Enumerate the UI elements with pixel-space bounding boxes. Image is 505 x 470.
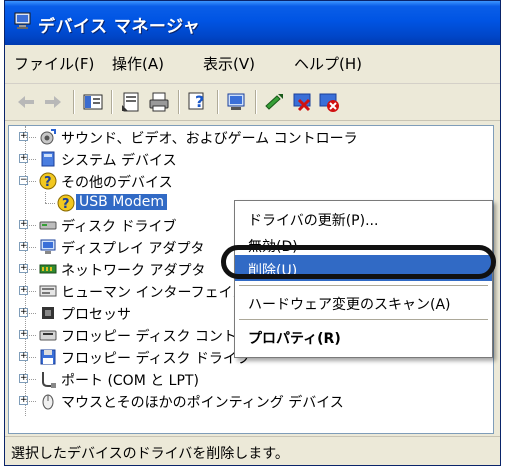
warning-device-icon: ? <box>57 194 75 212</box>
scan-hardware-icon[interactable] <box>225 90 249 114</box>
sound-icon <box>40 129 56 145</box>
menu-help[interactable]: ヘルプ(H) <box>294 53 362 74</box>
menu-properties[interactable]: プロパティ(R) <box>235 323 492 349</box>
properties-icon[interactable] <box>119 90 143 114</box>
selected-device-label: USB Modem <box>76 194 167 210</box>
tree-item-system-devices[interactable]: + システム デバイス <box>9 148 493 170</box>
window-title: デバイス マネージャ <box>38 17 201 37</box>
toolbar-separator <box>217 90 218 114</box>
svg-text:?: ? <box>62 197 70 212</box>
unknown-device-icon: ? <box>39 172 57 190</box>
disable-device-icon[interactable] <box>291 90 315 114</box>
floppy-controller-icon <box>39 330 57 341</box>
hid-icon <box>39 285 57 297</box>
title-bar[interactable]: デバイス マネージャ <box>5 1 500 45</box>
toolbar-separator <box>178 90 179 114</box>
network-adapter-icon <box>39 264 57 274</box>
toolbar-separator <box>73 90 74 114</box>
menu-separator <box>239 319 488 320</box>
menu-uninstall[interactable]: 削除(U) <box>235 255 492 281</box>
menu-scan-hardware[interactable]: ハードウェア変更のスキャン(A) <box>235 289 492 315</box>
back-arrow-icon[interactable] <box>14 90 38 114</box>
menu-bar: ファイル(F) 操作(A) 表示(V) ヘルプ(H) <box>5 45 500 84</box>
svg-text:?: ? <box>44 175 52 190</box>
menu-action[interactable]: 操作(A) <box>112 53 164 74</box>
status-bar: 選択したデバイスのドライバを削除します。 <box>5 436 500 465</box>
toolbar: ? <box>5 84 500 121</box>
disk-drive-icon <box>39 221 57 230</box>
system-device-icon <box>41 151 55 167</box>
menu-disable[interactable]: 無効(D) <box>235 231 492 257</box>
processor-icon <box>42 307 54 319</box>
help-icon[interactable]: ? <box>186 90 210 114</box>
menu-view[interactable]: 表示(V) <box>203 53 255 74</box>
show-hide-tree-icon[interactable] <box>81 90 105 114</box>
toolbar-separator <box>111 90 112 114</box>
menu-separator <box>239 285 488 286</box>
tree-item-other-devices[interactable]: − ? その他のデバイス <box>9 170 493 192</box>
display-adapter-icon <box>40 239 56 254</box>
forward-arrow-icon[interactable] <box>41 90 65 114</box>
print-icon[interactable] <box>147 90 171 114</box>
update-driver-icon[interactable] <box>263 90 287 114</box>
status-text: 選択したデバイスのドライバを削除します。 <box>11 446 289 462</box>
device-manager-icon <box>14 12 31 29</box>
tree-item-mice[interactable]: + マウスとそのほかのポインティング デバイス <box>9 390 493 412</box>
port-icon <box>42 372 56 388</box>
menu-update-driver[interactable]: ドライバの更新(P)... <box>235 205 492 231</box>
tree-item-sound[interactable]: + サウンド、ビデオ、およびゲーム コントローラ <box>9 126 493 148</box>
uninstall-device-icon[interactable] <box>317 90 341 114</box>
context-menu: ドライバの更新(P)... 無効(D) 削除(U) ハードウェア変更のスキャン(… <box>234 200 493 358</box>
menu-file[interactable]: ファイル(F) <box>14 53 94 74</box>
toolbar-separator <box>255 90 256 114</box>
svg-text:?: ? <box>195 92 204 111</box>
mouse-icon <box>42 394 54 410</box>
tree-item-ports[interactable]: + ポート (COM と LPT) <box>9 368 493 390</box>
floppy-drive-icon <box>40 349 56 365</box>
